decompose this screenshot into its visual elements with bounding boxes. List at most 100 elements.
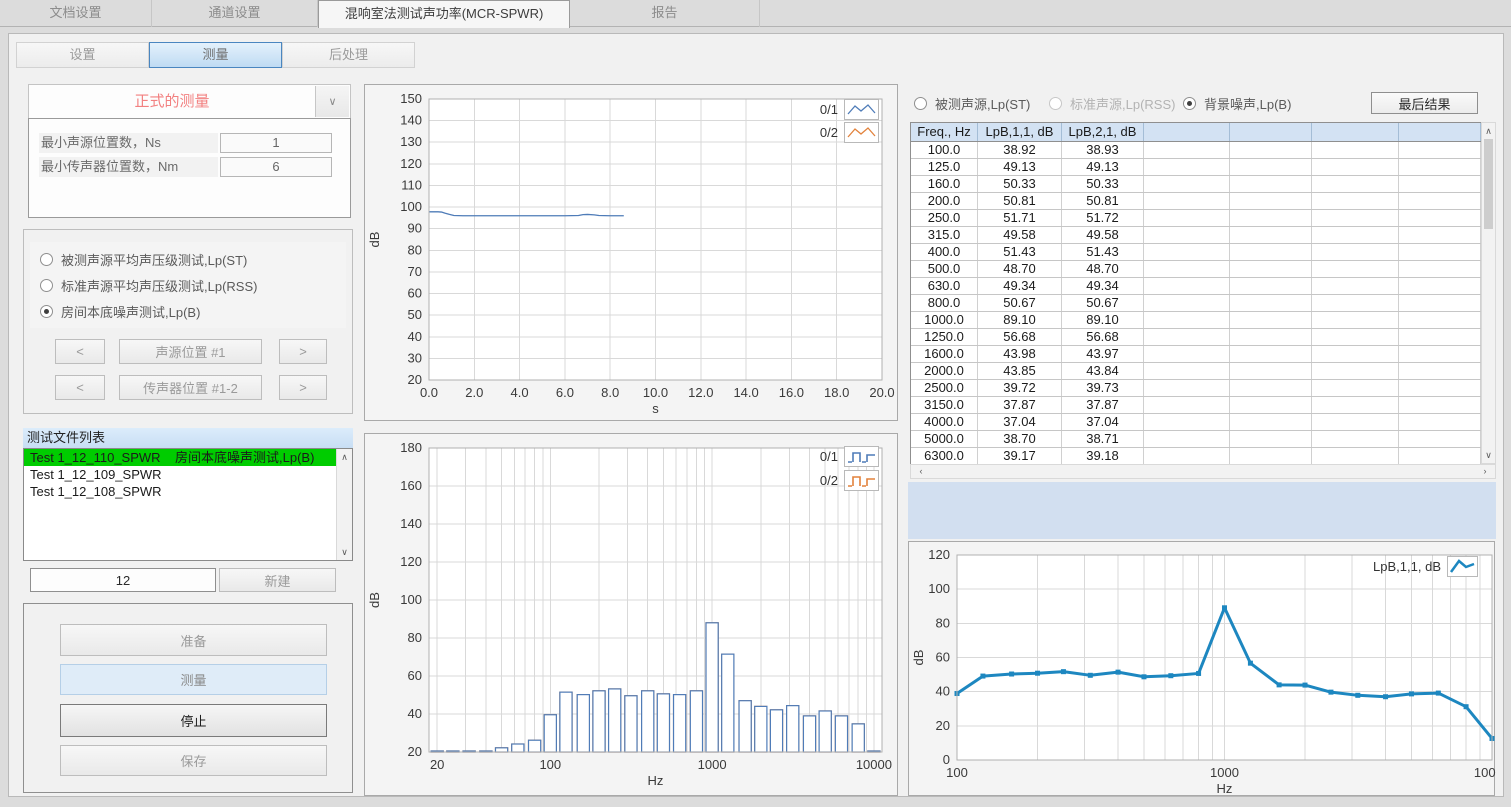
table-cell[interactable]: 39.72 [978,380,1062,396]
new-file-button[interactable]: 新建 [219,568,336,592]
scroll-down-icon[interactable]: ∨ [337,545,352,559]
table-cell[interactable]: 38.93 [1062,142,1144,158]
table-vscrollbar[interactable]: ∧ ∨ [1481,122,1496,464]
table-cell[interactable] [1312,295,1399,311]
table-cell[interactable] [1144,193,1230,209]
column-header[interactable]: LpB,2,1, dB [1062,123,1144,141]
table-cell[interactable]: 50.81 [1062,193,1144,209]
tab-report[interactable]: 报告 [570,0,760,27]
table-cell[interactable] [1144,346,1230,362]
table-cell[interactable]: 48.70 [1062,261,1144,277]
table-cell[interactable] [1144,159,1230,175]
prepare-button[interactable]: 准备 [60,624,327,656]
table-cell[interactable]: 37.87 [1062,397,1144,413]
column-header[interactable] [1230,123,1312,141]
table-cell[interactable] [1399,227,1481,243]
table-cell[interactable]: 38.71 [1062,431,1144,447]
table-cell[interactable]: 50.81 [978,193,1062,209]
table-cell[interactable] [1312,448,1399,464]
mic-prev-button[interactable]: < [55,375,105,400]
table-cell[interactable]: 1250.0 [911,329,978,345]
table-cell[interactable]: 100.0 [911,142,978,158]
list-item[interactable]: Test 1_12_109_SPWR [24,466,336,483]
table-cell[interactable]: 500.0 [911,261,978,277]
table-cell[interactable]: 43.84 [1062,363,1144,379]
file-list[interactable]: Test 1_12_110_SPWR 房间本底噪声测试,Lp(B)Test 1_… [23,448,353,561]
source-prev-button[interactable]: < [55,339,105,364]
table-cell[interactable]: 200.0 [911,193,978,209]
min-mic-positions-value[interactable]: 6 [220,157,332,177]
table-cell[interactable]: 4000.0 [911,414,978,430]
table-hscrollbar[interactable]: ‹ › [910,464,1496,479]
table-cell[interactable]: 38.70 [978,431,1062,447]
table-cell[interactable] [1312,397,1399,413]
table-cell[interactable] [1399,346,1481,362]
table-cell[interactable]: 6300.0 [911,448,978,464]
table-cell[interactable] [1312,176,1399,192]
table-cell[interactable] [1230,312,1312,328]
table-cell[interactable] [1399,448,1481,464]
table-cell[interactable] [1230,414,1312,430]
tab-document-settings[interactable]: 文档设置 [0,0,152,27]
table-cell[interactable]: 49.58 [1062,227,1144,243]
table-cell[interactable] [1312,380,1399,396]
table-cell[interactable]: 5000.0 [911,431,978,447]
radio-row-lpb[interactable]: 房间本底噪声测试,Lp(B) [40,303,200,319]
table-cell[interactable] [1230,346,1312,362]
table-cell[interactable] [1144,278,1230,294]
table-cell[interactable] [1312,346,1399,362]
table-cell[interactable]: 49.34 [1062,278,1144,294]
table-cell[interactable]: 39.73 [1062,380,1144,396]
table-cell[interactable]: 49.13 [978,159,1062,175]
table-cell[interactable]: 38.92 [978,142,1062,158]
min-source-positions-value[interactable]: 1 [220,133,332,153]
table-cell[interactable]: 49.34 [978,278,1062,294]
subtab-settings[interactable]: 设置 [16,42,149,68]
radio-row-lpst[interactable]: 被测声源平均声压级测试,Lp(ST) [40,251,247,267]
table-cell[interactable]: 48.70 [978,261,1062,277]
vscroll-thumb[interactable] [1484,139,1493,229]
table-cell[interactable] [1399,210,1481,226]
result-radio-lpst[interactable]: 被测声源,Lp(ST) [914,95,1030,111]
subtab-postprocess[interactable]: 后处理 [282,42,415,68]
table-cell[interactable] [1144,380,1230,396]
table-cell[interactable]: 50.67 [1062,295,1144,311]
table-cell[interactable]: 43.97 [1062,346,1144,362]
table-cell[interactable]: 125.0 [911,159,978,175]
source-position-button[interactable]: 声源位置 #1 [119,339,262,364]
table-cell[interactable]: 56.68 [978,329,1062,345]
table-cell[interactable] [1312,363,1399,379]
table-cell[interactable]: 50.67 [978,295,1062,311]
table-cell[interactable]: 51.72 [1062,210,1144,226]
table-cell[interactable] [1144,295,1230,311]
table-cell[interactable] [1312,142,1399,158]
table-cell[interactable]: 51.71 [978,210,1062,226]
table-cell[interactable]: 43.85 [978,363,1062,379]
table-cell[interactable] [1144,142,1230,158]
table-cell[interactable]: 1000.0 [911,312,978,328]
table-cell[interactable] [1144,329,1230,345]
measure-button[interactable]: 测量 [60,664,327,695]
table-cell[interactable]: 89.10 [978,312,1062,328]
table-cell[interactable]: 89.10 [1062,312,1144,328]
result-radio-lpb-icon[interactable] [1183,97,1196,110]
table-cell[interactable] [1230,431,1312,447]
mic-position-button[interactable]: 传声器位置 #1-2 [119,375,262,400]
column-header[interactable]: Freq., Hz [911,123,978,141]
table-cell[interactable] [1230,295,1312,311]
table-cell[interactable] [1399,363,1481,379]
table-cell[interactable]: 50.33 [1062,176,1144,192]
result-radio-lprss[interactable]: 标准声源,Lp(RSS) [1049,95,1175,111]
table-cell[interactable] [1144,244,1230,260]
table-cell[interactable] [1399,431,1481,447]
table-cell[interactable] [1312,414,1399,430]
radio-lpst-icon[interactable] [40,253,53,266]
table-cell[interactable] [1230,329,1312,345]
table-cell[interactable] [1399,295,1481,311]
table-cell[interactable] [1312,193,1399,209]
table-cell[interactable] [1230,176,1312,192]
result-radio-lprss-icon[interactable] [1049,97,1062,110]
table-cell[interactable]: 49.13 [1062,159,1144,175]
table-cell[interactable]: 37.04 [978,414,1062,430]
table-cell[interactable] [1399,176,1481,192]
